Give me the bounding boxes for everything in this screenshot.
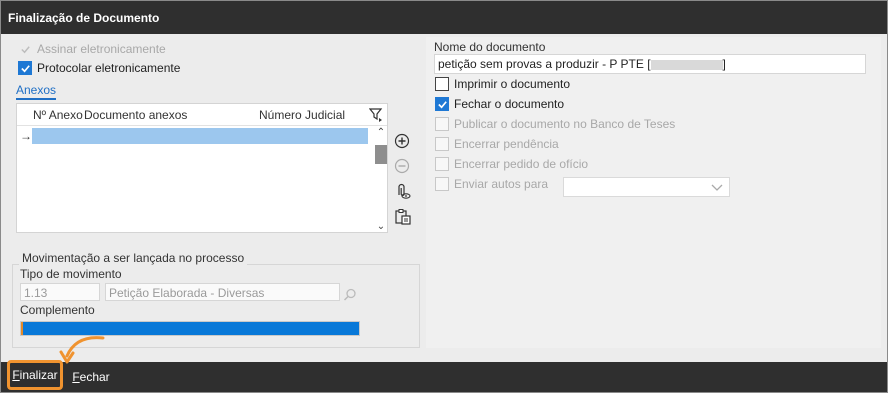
close-pendencia-checkbox[interactable]: Encerrar pendência bbox=[435, 137, 559, 151]
protocol-label: Protocolar eletronicamente bbox=[37, 61, 181, 75]
search-icon[interactable] bbox=[343, 288, 357, 305]
option-label: Fechar o documento bbox=[454, 97, 565, 111]
grid-scrollbar[interactable]: ⌃ ⌄ bbox=[375, 127, 387, 233]
dialog-content: Assinar eletronicamente Protocolar eletr… bbox=[1, 34, 887, 362]
finalizar-hotkey: F bbox=[12, 368, 20, 382]
column-header-documento[interactable]: Documento anexos bbox=[84, 108, 187, 122]
fechar-label: echar bbox=[79, 370, 110, 384]
check-icon bbox=[18, 61, 32, 75]
scroll-up-icon[interactable]: ⌃ bbox=[375, 127, 387, 139]
selected-row-cell[interactable] bbox=[32, 128, 368, 144]
column-header-numero-judicial[interactable]: Número Judicial bbox=[259, 108, 345, 122]
close-oficio-checkbox[interactable]: Encerrar pedido de ofício bbox=[435, 157, 588, 171]
table-row[interactable]: → bbox=[17, 127, 375, 145]
finalizacao-dialog: Finalização de Documento Assinar eletron… bbox=[0, 0, 888, 393]
attach-view-icon[interactable] bbox=[394, 183, 414, 203]
scroll-down-icon[interactable]: ⌄ bbox=[375, 221, 387, 233]
option-label: Enviar autos para bbox=[454, 177, 549, 191]
checkbox-box bbox=[435, 117, 449, 131]
scroll-thumb[interactable] bbox=[375, 145, 387, 164]
protocol-electronically-checkbox[interactable]: Protocolar eletronicamente bbox=[18, 61, 180, 75]
tab-anexos[interactable]: Anexos bbox=[16, 83, 57, 100]
option-label: Publicar o documento no Banco de Teses bbox=[454, 117, 676, 131]
movement-group-title: Movimentação a ser lançada no processo bbox=[19, 251, 248, 265]
complemento-label: Complemento bbox=[20, 303, 95, 317]
highlight-arrow-icon bbox=[55, 334, 107, 369]
paste-attachment-icon[interactable] bbox=[394, 208, 414, 228]
doc-name-end: ] bbox=[722, 57, 726, 71]
right-pane: Nome do documento petição sem provas a p… bbox=[426, 37, 881, 348]
attachments-grid[interactable]: Nº Anexo Documento anexos Número Judicia… bbox=[16, 103, 388, 233]
remove-attachment-icon[interactable] bbox=[394, 158, 414, 178]
tipo-description-input[interactable]: Petição Elaborada - Diversas bbox=[105, 283, 340, 301]
option-label: Encerrar pedido de ofício bbox=[454, 157, 589, 171]
redacted-block bbox=[650, 59, 723, 70]
checkbox-box bbox=[435, 157, 449, 171]
doc-name-label: Nome do documento bbox=[434, 40, 546, 54]
chevron-down-icon bbox=[710, 180, 724, 197]
check-icon bbox=[435, 97, 449, 111]
fechar-hotkey: F bbox=[72, 370, 80, 384]
action-bar: Finalizar Fechar bbox=[1, 360, 887, 392]
left-pane: Assinar eletronicamente Protocolar eletr… bbox=[10, 37, 422, 348]
add-attachment-icon[interactable] bbox=[394, 133, 414, 153]
doc-name-input[interactable]: petição sem provas a produzir - P PTE [] bbox=[434, 54, 866, 74]
tipo-movimento-label: Tipo de movimento bbox=[20, 267, 122, 281]
option-label: Imprimir o documento bbox=[454, 77, 571, 91]
window-title: Finalização de Documento bbox=[1, 1, 887, 34]
option-label: Encerrar pendência bbox=[454, 137, 559, 151]
grid-header: Nº Anexo Documento anexos Número Judicia… bbox=[17, 104, 387, 126]
checkbox-box bbox=[435, 177, 449, 191]
print-document-checkbox[interactable]: Imprimir o documento bbox=[435, 77, 570, 91]
send-autos-dropdown[interactable] bbox=[563, 177, 730, 197]
send-autos-checkbox[interactable]: Enviar autos para bbox=[435, 177, 548, 191]
close-document-checkbox[interactable]: Fechar o documento bbox=[435, 97, 564, 111]
column-header-num-anexo[interactable]: Nº Anexo bbox=[33, 108, 83, 122]
check-icon bbox=[18, 42, 32, 56]
sign-electronically-checkbox[interactable]: Assinar eletronicamente bbox=[18, 42, 166, 56]
doc-name-text: petição sem provas a produzir - P PTE [ bbox=[438, 57, 651, 71]
checkbox-box bbox=[435, 137, 449, 151]
row-pointer-icon: → bbox=[20, 129, 32, 143]
cursor-marker bbox=[21, 322, 23, 335]
publish-teses-checkbox[interactable]: Publicar o documento no Banco de Teses bbox=[435, 117, 675, 131]
sign-label: Assinar eletronicamente bbox=[37, 42, 166, 56]
checkbox-box bbox=[435, 77, 449, 91]
tipo-code-input[interactable]: 1.13 bbox=[20, 283, 100, 301]
filter-icon[interactable] bbox=[368, 107, 383, 126]
finalizar-label: inalizar bbox=[19, 368, 58, 382]
